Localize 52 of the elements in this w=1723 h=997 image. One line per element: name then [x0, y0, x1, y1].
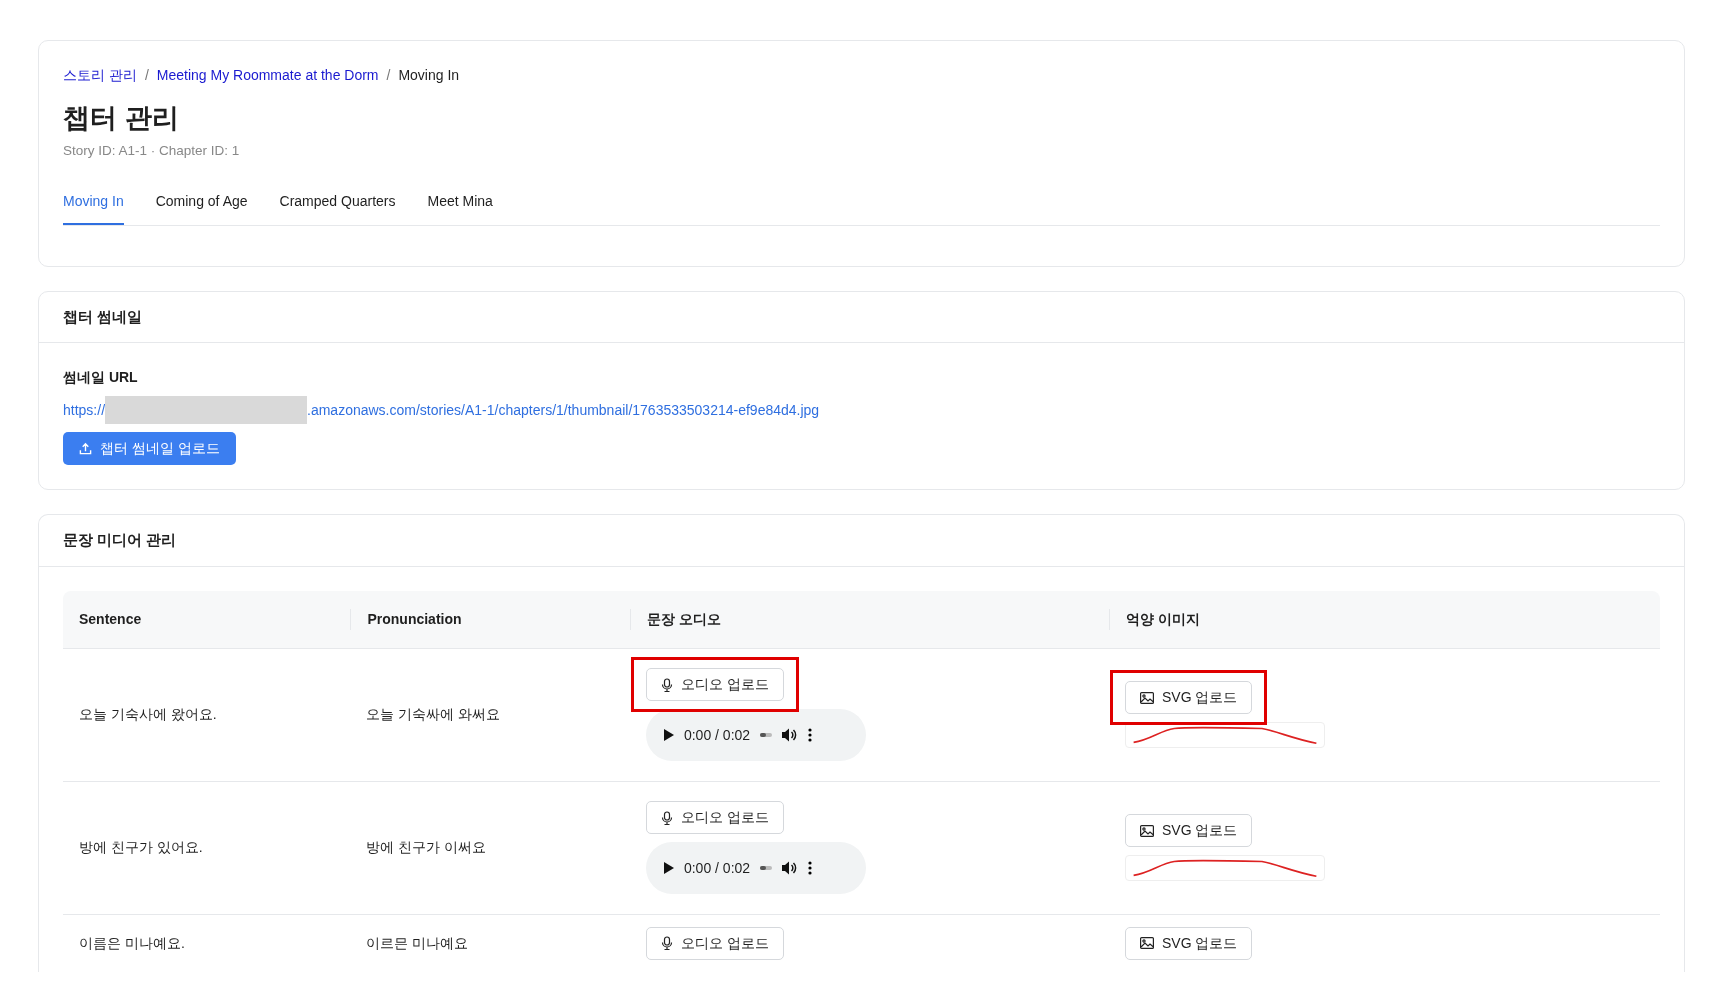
- upload-button[interactable]: SVG 업로드: [1125, 926, 1253, 960]
- sentence-text: 방에 친구가 있어요.: [79, 839, 203, 856]
- breadcrumb-current: Moving In: [398, 66, 460, 85]
- play-icon[interactable]: [663, 862, 674, 875]
- microphone-icon: [660, 936, 673, 951]
- audio-player[interactable]: 0:00 / 0:02: [645, 842, 866, 895]
- image-icon: [1140, 824, 1154, 837]
- sentence-text: 이름은 미나예요.: [79, 934, 185, 951]
- audio-time: 0:00 / 0:02: [683, 725, 751, 745]
- breadcrumb-separator: /: [386, 66, 391, 85]
- upload-button[interactable]: 오디오 업로드: [645, 801, 784, 835]
- upload-button[interactable]: SVG 업로드: [1125, 681, 1253, 715]
- pronunciation-text: 오늘 기숙싸에 와써요: [366, 706, 501, 723]
- chapter-tab[interactable]: Moving In: [63, 184, 124, 225]
- url-link[interactable]: .amazonaws.com/stories/A1-1/chapters/1/thumbnail/1763533503214-ef9e84d4.jpg: [307, 399, 820, 421]
- upload-button[interactable]: 오디오 업로드: [645, 668, 784, 702]
- column-header: Sentence: [78, 609, 143, 629]
- sentence-text: 오늘 기숙사에 왔어요.: [79, 706, 217, 723]
- field-label: 썸네일 URL: [63, 368, 139, 388]
- image-icon: [1140, 691, 1154, 704]
- more-icon[interactable]: [808, 728, 813, 743]
- column-header: Pronunciation: [350, 608, 614, 630]
- volume-icon[interactable]: [782, 861, 799, 876]
- upload-button[interactable]: SVG 업로드: [1125, 814, 1253, 848]
- section-title: 챕터 썸네일: [39, 291, 1684, 344]
- section-title: 문장 미디어 관리: [39, 515, 1684, 567]
- volume-icon[interactable]: [782, 728, 799, 743]
- breadcrumb-separator: /: [144, 66, 149, 85]
- page-subtitle: Story ID: A1-1 · Chapter ID: 1: [63, 141, 241, 160]
- column-header: 억양 이미지: [1109, 608, 1644, 630]
- column-header: 문장 오디오: [629, 608, 1093, 630]
- chapter-tab[interactable]: Coming of Age: [155, 184, 248, 225]
- breadcrumb-link[interactable]: Meeting My Roommate at the Dorm: [156, 65, 379, 86]
- image-icon: [1140, 937, 1154, 950]
- play-icon[interactable]: [663, 729, 674, 742]
- url-link[interactable]: https://: [63, 399, 106, 421]
- chapter-tab[interactable]: Cramped Quarters: [279, 184, 396, 225]
- audio-player[interactable]: 0:00 / 0:02: [645, 709, 866, 762]
- pronunciation-text: 이르믄 미나예요: [366, 934, 469, 951]
- microphone-icon: [660, 810, 673, 825]
- upload-button[interactable]: 챕터 썸네일 업로드: [63, 432, 236, 466]
- audio-progress-slider[interactable]: [760, 866, 773, 871]
- pronunciation-text: 방에 친구가 이써요: [366, 839, 487, 856]
- page-title: 챕터 관리: [63, 102, 180, 135]
- upload-button[interactable]: 오디오 업로드: [645, 926, 784, 960]
- more-icon[interactable]: [808, 861, 813, 876]
- audio-time: 0:00 / 0:02: [683, 858, 751, 878]
- chapter-tab[interactable]: Meet Mina: [427, 184, 493, 225]
- microphone-icon: [660, 677, 673, 692]
- audio-progress-slider[interactable]: [760, 733, 773, 738]
- upload-icon: [79, 442, 92, 456]
- breadcrumb-link[interactable]: 스토리 관리: [63, 65, 137, 86]
